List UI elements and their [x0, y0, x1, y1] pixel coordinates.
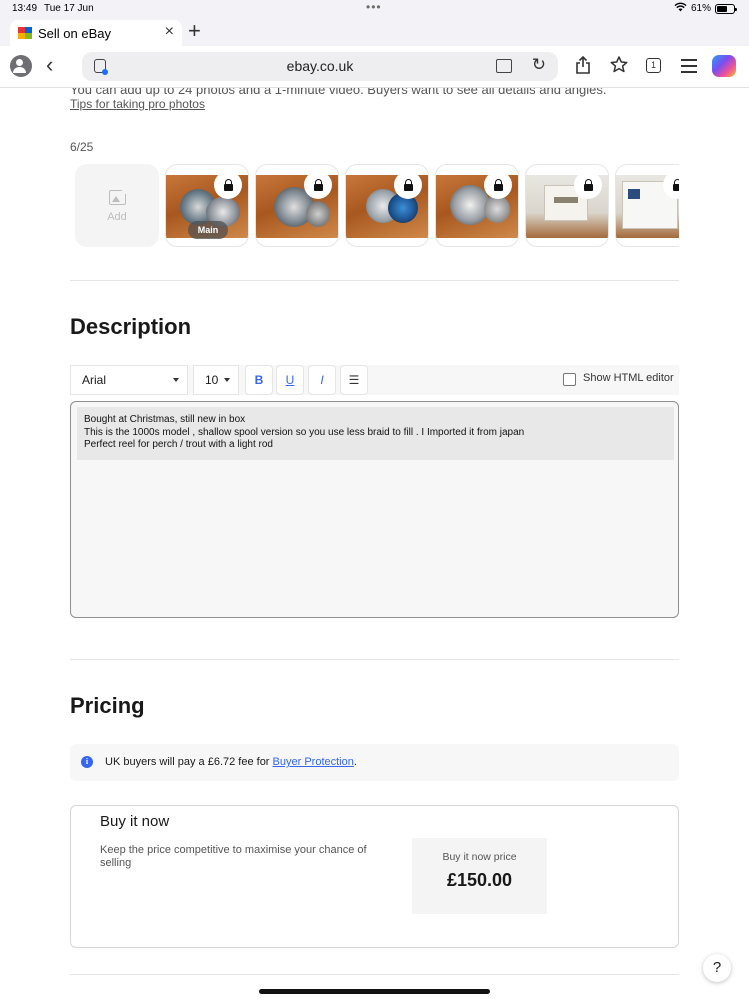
photo-thumbnail[interactable] — [345, 164, 429, 247]
tab-bar: Sell on eBay × + — [0, 18, 749, 46]
bookmark-star-icon[interactable] — [610, 56, 628, 78]
price-value[interactable]: £150.00 — [412, 870, 547, 891]
notice-suffix: . — [353, 756, 357, 768]
menu-icon[interactable] — [681, 59, 697, 77]
buyer-protection-notice: i UK buyers will pay a £6.72 fee for Buy… — [70, 744, 679, 781]
italic-button[interactable]: I — [308, 365, 336, 395]
profile-icon[interactable] — [10, 55, 32, 77]
photo-count: 6/25 — [70, 140, 94, 154]
font-size-value: 10 — [205, 373, 219, 387]
photo-thumbnail[interactable]: Main — [165, 164, 249, 247]
notice-prefix: UK buyers will pay a £6.72 fee for — [105, 756, 273, 768]
pricing-heading: Pricing — [70, 693, 145, 718]
section-divider — [70, 659, 679, 660]
bullet-list-icon: ☰ — [348, 373, 360, 387]
new-tab-icon[interactable]: + — [188, 20, 201, 42]
description-line: Perfect reel for perch / trout with a li… — [84, 439, 273, 450]
section-divider — [70, 974, 679, 975]
font-family-value: Arial — [82, 373, 107, 387]
back-icon[interactable]: ‹ — [46, 54, 53, 76]
copilot-icon[interactable] — [712, 55, 736, 77]
underline-button[interactable]: U — [276, 365, 304, 395]
chevron-down-icon — [224, 378, 230, 382]
photo-tips-link[interactable]: Tips for taking pro photos — [70, 97, 205, 111]
photo-thumbnail[interactable] — [615, 164, 679, 247]
tabs-icon[interactable]: 1 — [646, 58, 661, 73]
battery-icon — [715, 3, 737, 14]
show-html-editor-checkbox[interactable] — [563, 373, 576, 386]
section-divider — [70, 280, 679, 281]
lock-icon — [484, 171, 512, 199]
browser-toolbar: ‹ ebay.co.uk ↻ 1 — [0, 46, 749, 88]
reader-icon[interactable] — [496, 59, 512, 73]
buy-it-now-price-field[interactable]: Buy it now price £150.00 — [412, 838, 547, 914]
reload-icon[interactable]: ↻ — [532, 56, 546, 74]
status-bar: 13:49 Tue 17 Jun ••• 61% — [0, 0, 749, 18]
editor-toolbar: Arial 10 B U I ☰ Show HTML editor — [70, 365, 679, 395]
tab-sell-on-ebay[interactable]: Sell on eBay × — [10, 20, 182, 46]
add-photo-label: Add — [107, 211, 127, 223]
info-icon: i — [81, 756, 93, 768]
status-time: 13:49 — [12, 3, 38, 14]
help-button[interactable]: ? — [703, 954, 731, 982]
buy-it-now-card: Buy it now Keep the price competitive to… — [70, 805, 679, 948]
multitasking-dots-icon[interactable]: ••• — [366, 0, 382, 14]
notice-text: UK buyers will pay a £6.72 fee for Buyer… — [105, 756, 357, 768]
photo-hint: You can add up to 24 photos and a 1-minu… — [70, 88, 607, 97]
buy-it-now-title: Buy it now — [100, 813, 170, 830]
photo-thumbnail[interactable] — [525, 164, 609, 247]
share-icon[interactable] — [575, 55, 591, 79]
ebay-favicon-icon — [18, 27, 32, 39]
status-date: Tue 17 Jun — [44, 3, 94, 14]
description-line: Bought at Christmas, still new in box — [84, 414, 246, 425]
description-editor[interactable]: Bought at Christmas, still new in box Th… — [70, 401, 679, 618]
description-text[interactable]: Bought at Christmas, still new in box Th… — [77, 407, 674, 460]
home-indicator[interactable] — [259, 989, 490, 994]
bullet-list-button[interactable]: ☰ — [340, 365, 368, 395]
tab-title: Sell on eBay — [38, 25, 111, 41]
lock-icon — [394, 171, 422, 199]
buy-it-now-description: Keep the price competitive to maximise y… — [100, 844, 367, 869]
main-photo-badge: Main — [188, 221, 228, 239]
lock-icon — [574, 171, 602, 199]
close-tab-icon[interactable]: × — [165, 24, 174, 40]
photo-thumbnail[interactable] — [255, 164, 339, 247]
wifi-icon — [674, 2, 687, 15]
address-bar[interactable]: ebay.co.uk ↻ — [82, 52, 558, 81]
status-indicators: 61% — [674, 2, 737, 15]
add-image-icon — [109, 186, 130, 205]
font-size-select[interactable]: 10 — [193, 365, 239, 395]
buyer-protection-link[interactable]: Buyer Protection — [273, 756, 354, 768]
lock-icon — [214, 171, 242, 199]
chevron-down-icon — [173, 378, 179, 382]
show-html-editor-label[interactable]: Show HTML editor — [583, 372, 674, 384]
add-photo-button[interactable]: Add — [75, 164, 159, 247]
font-family-select[interactable]: Arial — [70, 365, 188, 395]
price-label: Buy it now price — [442, 851, 517, 863]
photo-thumbnail[interactable] — [435, 164, 519, 247]
lock-icon — [304, 171, 332, 199]
description-line: This is the 1000s model , shallow spool … — [84, 426, 525, 438]
bold-button[interactable]: B — [245, 365, 273, 395]
description-heading: Description — [70, 314, 192, 339]
page-content: You can add up to 24 photos and a 1-minu… — [0, 88, 749, 999]
url-text[interactable]: ebay.co.uk — [82, 58, 558, 74]
battery-percent: 61% — [690, 3, 711, 14]
